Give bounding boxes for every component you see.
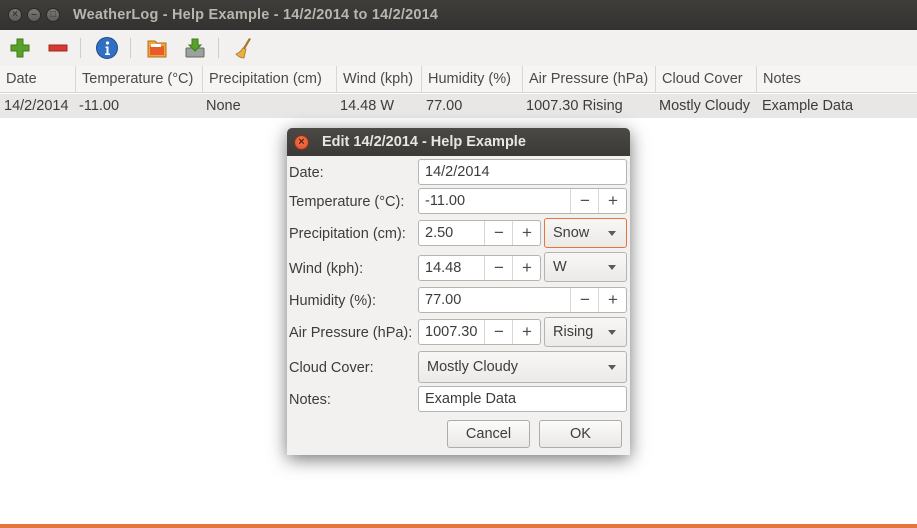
- temperature-decrement-button[interactable]: −: [570, 189, 599, 213]
- column-header-air-pressure[interactable]: Air Pressure (hPa): [523, 66, 656, 93]
- column-header-notes[interactable]: Notes: [757, 66, 917, 93]
- cell-air-pressure: 1007.30 Rising: [526, 98, 623, 114]
- cloud-cover-value: Mostly Cloudy: [427, 359, 519, 375]
- chevron-down-icon: [608, 365, 616, 370]
- ok-button[interactable]: OK: [539, 420, 622, 448]
- wind-increment-button[interactable]: +: [512, 256, 541, 280]
- temperature-value: -11.00: [425, 193, 466, 209]
- wind-direction-combo[interactable]: W: [544, 252, 627, 282]
- precipitation-type-value: Snow: [553, 225, 590, 241]
- column-header-humidity[interactable]: Humidity (%): [422, 66, 523, 93]
- air-pressure-increment-button[interactable]: +: [512, 320, 541, 344]
- window-title: WeatherLog - Help Example - 14/2/2014 to…: [73, 7, 439, 23]
- dialog-close-icon[interactable]: ×: [294, 135, 309, 150]
- edit-dialog: × Edit 14/2/2014 - Help Example Date: 14…: [287, 128, 630, 455]
- humidity-decrement-button[interactable]: −: [570, 288, 599, 312]
- notes-value: Example Data: [425, 391, 517, 407]
- wind-value: 14.48: [425, 260, 462, 276]
- bottom-accent-bar: [0, 524, 917, 528]
- cell-humidity: 77.00: [426, 98, 463, 114]
- wind-label: Wind (kph):: [289, 261, 364, 277]
- window-titlebar: × – □ WeatherLog - Help Example - 14/2/2…: [0, 0, 917, 30]
- humidity-value: 77.00: [425, 292, 462, 308]
- chevron-down-icon: [608, 231, 616, 236]
- column-header-wind[interactable]: Wind (kph): [337, 66, 422, 93]
- remove-icon[interactable]: [43, 33, 73, 63]
- cloud-cover-combo[interactable]: Mostly Cloudy: [418, 351, 627, 383]
- dialog-title: Edit 14/2/2014 - Help Example: [322, 134, 526, 150]
- humidity-label: Humidity (%):: [289, 293, 377, 309]
- table-row[interactable]: 14/2/2014 -11.00 None 14.48 W 77.00 1007…: [0, 94, 917, 118]
- maximize-window-icon[interactable]: □: [46, 8, 60, 22]
- air-pressure-spinbutton[interactable]: 1007.30 − +: [418, 319, 541, 345]
- precipitation-increment-button[interactable]: +: [512, 221, 541, 245]
- date-label: Date:: [289, 165, 324, 181]
- air-pressure-value: 1007.30: [425, 324, 478, 340]
- humidity-spinbutton[interactable]: 77.00 − +: [418, 287, 627, 313]
- temperature-spinbutton[interactable]: -11.00 − +: [418, 188, 627, 214]
- precipitation-label: Precipitation (cm):: [289, 226, 406, 242]
- info-icon[interactable]: [92, 33, 122, 63]
- cell-temperature: -11.00: [79, 98, 120, 114]
- precipitation-spinbutton[interactable]: 2.50 − +: [418, 220, 541, 246]
- cell-notes: Example Data: [762, 98, 854, 114]
- add-icon[interactable]: [5, 33, 35, 63]
- column-header-date[interactable]: Date: [0, 66, 76, 93]
- cancel-button[interactable]: Cancel: [447, 420, 530, 448]
- import-icon[interactable]: [142, 33, 172, 63]
- dialog-titlebar: × Edit 14/2/2014 - Help Example: [287, 128, 630, 156]
- temperature-increment-button[interactable]: +: [598, 189, 627, 213]
- date-value: 14/2/2014: [425, 164, 490, 180]
- precipitation-decrement-button[interactable]: −: [484, 221, 513, 245]
- column-header-precipitation[interactable]: Precipitation (cm): [203, 66, 337, 93]
- close-window-icon[interactable]: ×: [8, 8, 22, 22]
- wind-spinbutton[interactable]: 14.48 − +: [418, 255, 541, 281]
- wind-decrement-button[interactable]: −: [484, 256, 513, 280]
- column-header-temperature[interactable]: Temperature (°C): [76, 66, 203, 93]
- air-pressure-change-value: Rising: [553, 324, 594, 340]
- precipitation-value: 2.50: [425, 225, 454, 241]
- toolbar-separator: [80, 38, 81, 58]
- cell-date: 14/2/2014: [4, 98, 69, 114]
- clear-icon[interactable]: [229, 33, 259, 63]
- precipitation-type-combo[interactable]: Snow: [544, 218, 627, 248]
- chevron-down-icon: [608, 265, 616, 270]
- wind-direction-value: W: [553, 259, 567, 275]
- air-pressure-label: Air Pressure (hPa):: [289, 325, 413, 341]
- notes-label: Notes:: [289, 392, 331, 408]
- humidity-increment-button[interactable]: +: [598, 288, 627, 312]
- cloud-cover-label: Cloud Cover:: [289, 360, 374, 376]
- export-icon[interactable]: [180, 33, 210, 63]
- table-header: Date Temperature (°C) Precipitation (cm)…: [0, 66, 917, 93]
- air-pressure-change-combo[interactable]: Rising: [544, 317, 627, 347]
- toolbar-separator: [130, 38, 131, 58]
- toolbar-separator: [218, 38, 219, 58]
- toolbar: [0, 30, 917, 66]
- cell-wind: 14.48 W: [340, 98, 394, 114]
- temperature-label: Temperature (°C):: [289, 194, 405, 210]
- cell-cloud-cover: Mostly Cloudy: [659, 98, 751, 114]
- minimize-window-icon[interactable]: –: [27, 8, 41, 22]
- chevron-down-icon: [608, 330, 616, 335]
- column-header-cloud-cover[interactable]: Cloud Cover: [656, 66, 757, 93]
- cell-precipitation: None: [206, 98, 241, 114]
- notes-field[interactable]: Example Data: [418, 386, 627, 412]
- air-pressure-decrement-button[interactable]: −: [484, 320, 513, 344]
- date-field[interactable]: 14/2/2014: [418, 159, 627, 185]
